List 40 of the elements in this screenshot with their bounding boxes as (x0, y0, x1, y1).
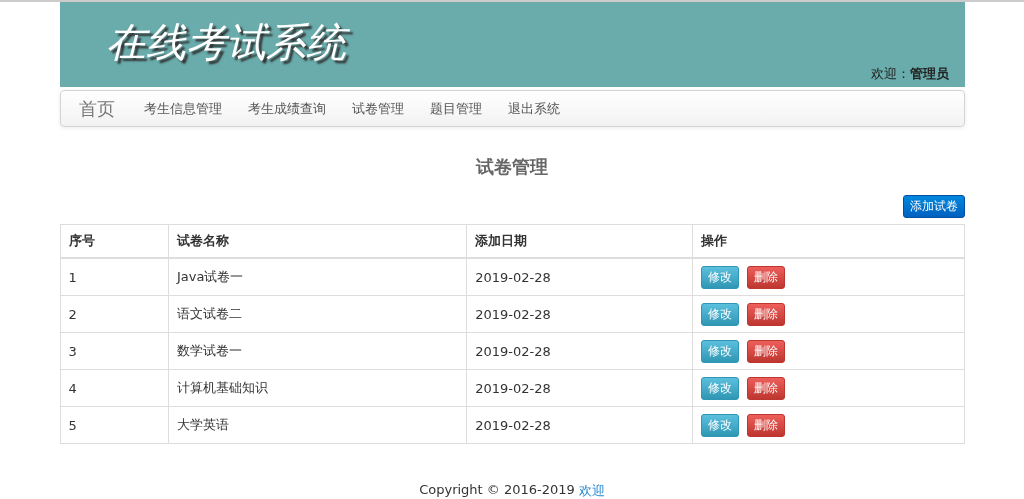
table-cell: 计算机基础知识 (168, 369, 467, 407)
home-link[interactable]: 首页 (78, 96, 115, 121)
delete-button[interactable]: 删除 (747, 376, 786, 400)
delete-button[interactable]: 删除 (747, 339, 786, 363)
delete-button[interactable]: 删除 (747, 413, 786, 437)
edit-button[interactable]: 修改 (701, 302, 740, 326)
nav-link[interactable]: 考生信息管理 (130, 99, 235, 118)
table-cell: 2019-02-28 (466, 295, 693, 333)
delete-button[interactable]: 删除 (747, 302, 786, 326)
table-cell: 语文试卷二 (168, 295, 467, 333)
column-header: 操作 (692, 224, 964, 258)
edit-button[interactable]: 修改 (701, 265, 740, 289)
table-cell: 2 (60, 295, 169, 333)
table-cell: Java试卷一 (168, 258, 467, 296)
delete-button[interactable]: 删除 (747, 265, 786, 289)
table-cell: 数学试卷一 (168, 332, 467, 370)
column-header: 试卷名称 (168, 224, 467, 258)
table-cell: 1 (60, 258, 169, 296)
copyright-text: Copyright © 2016-2019 (419, 482, 575, 499)
table-cell: 2019-02-28 (466, 406, 693, 444)
nav-link[interactable]: 题目管理 (416, 99, 495, 118)
nav-link[interactable]: 考生成绩查询 (234, 99, 339, 118)
edit-button[interactable]: 修改 (701, 376, 740, 400)
nav-link[interactable]: 试卷管理 (338, 99, 417, 118)
table-cell: 2019-02-28 (466, 369, 693, 407)
edit-button[interactable]: 修改 (701, 339, 740, 363)
table-cell: 3 (60, 332, 169, 370)
welcome-link[interactable]: 欢迎 (578, 482, 605, 499)
edit-button[interactable]: 修改 (701, 413, 740, 437)
table-cell: 4 (60, 369, 169, 407)
column-header: 添加日期 (466, 224, 693, 258)
page-title: 试卷管理 (474, 155, 549, 179)
table-cell: 2019-02-28 (466, 332, 693, 370)
table-cell: 5 (60, 406, 169, 444)
add-button[interactable]: 添加试卷 (902, 195, 965, 218)
nav-link[interactable]: 退出系统 (494, 99, 573, 118)
column-header: 序号 (60, 224, 169, 258)
welcome-text: 欢迎：管理员 (870, 65, 949, 83)
table-cell: 大学英语 (168, 406, 467, 444)
table-cell: 2019-02-28 (466, 258, 693, 296)
